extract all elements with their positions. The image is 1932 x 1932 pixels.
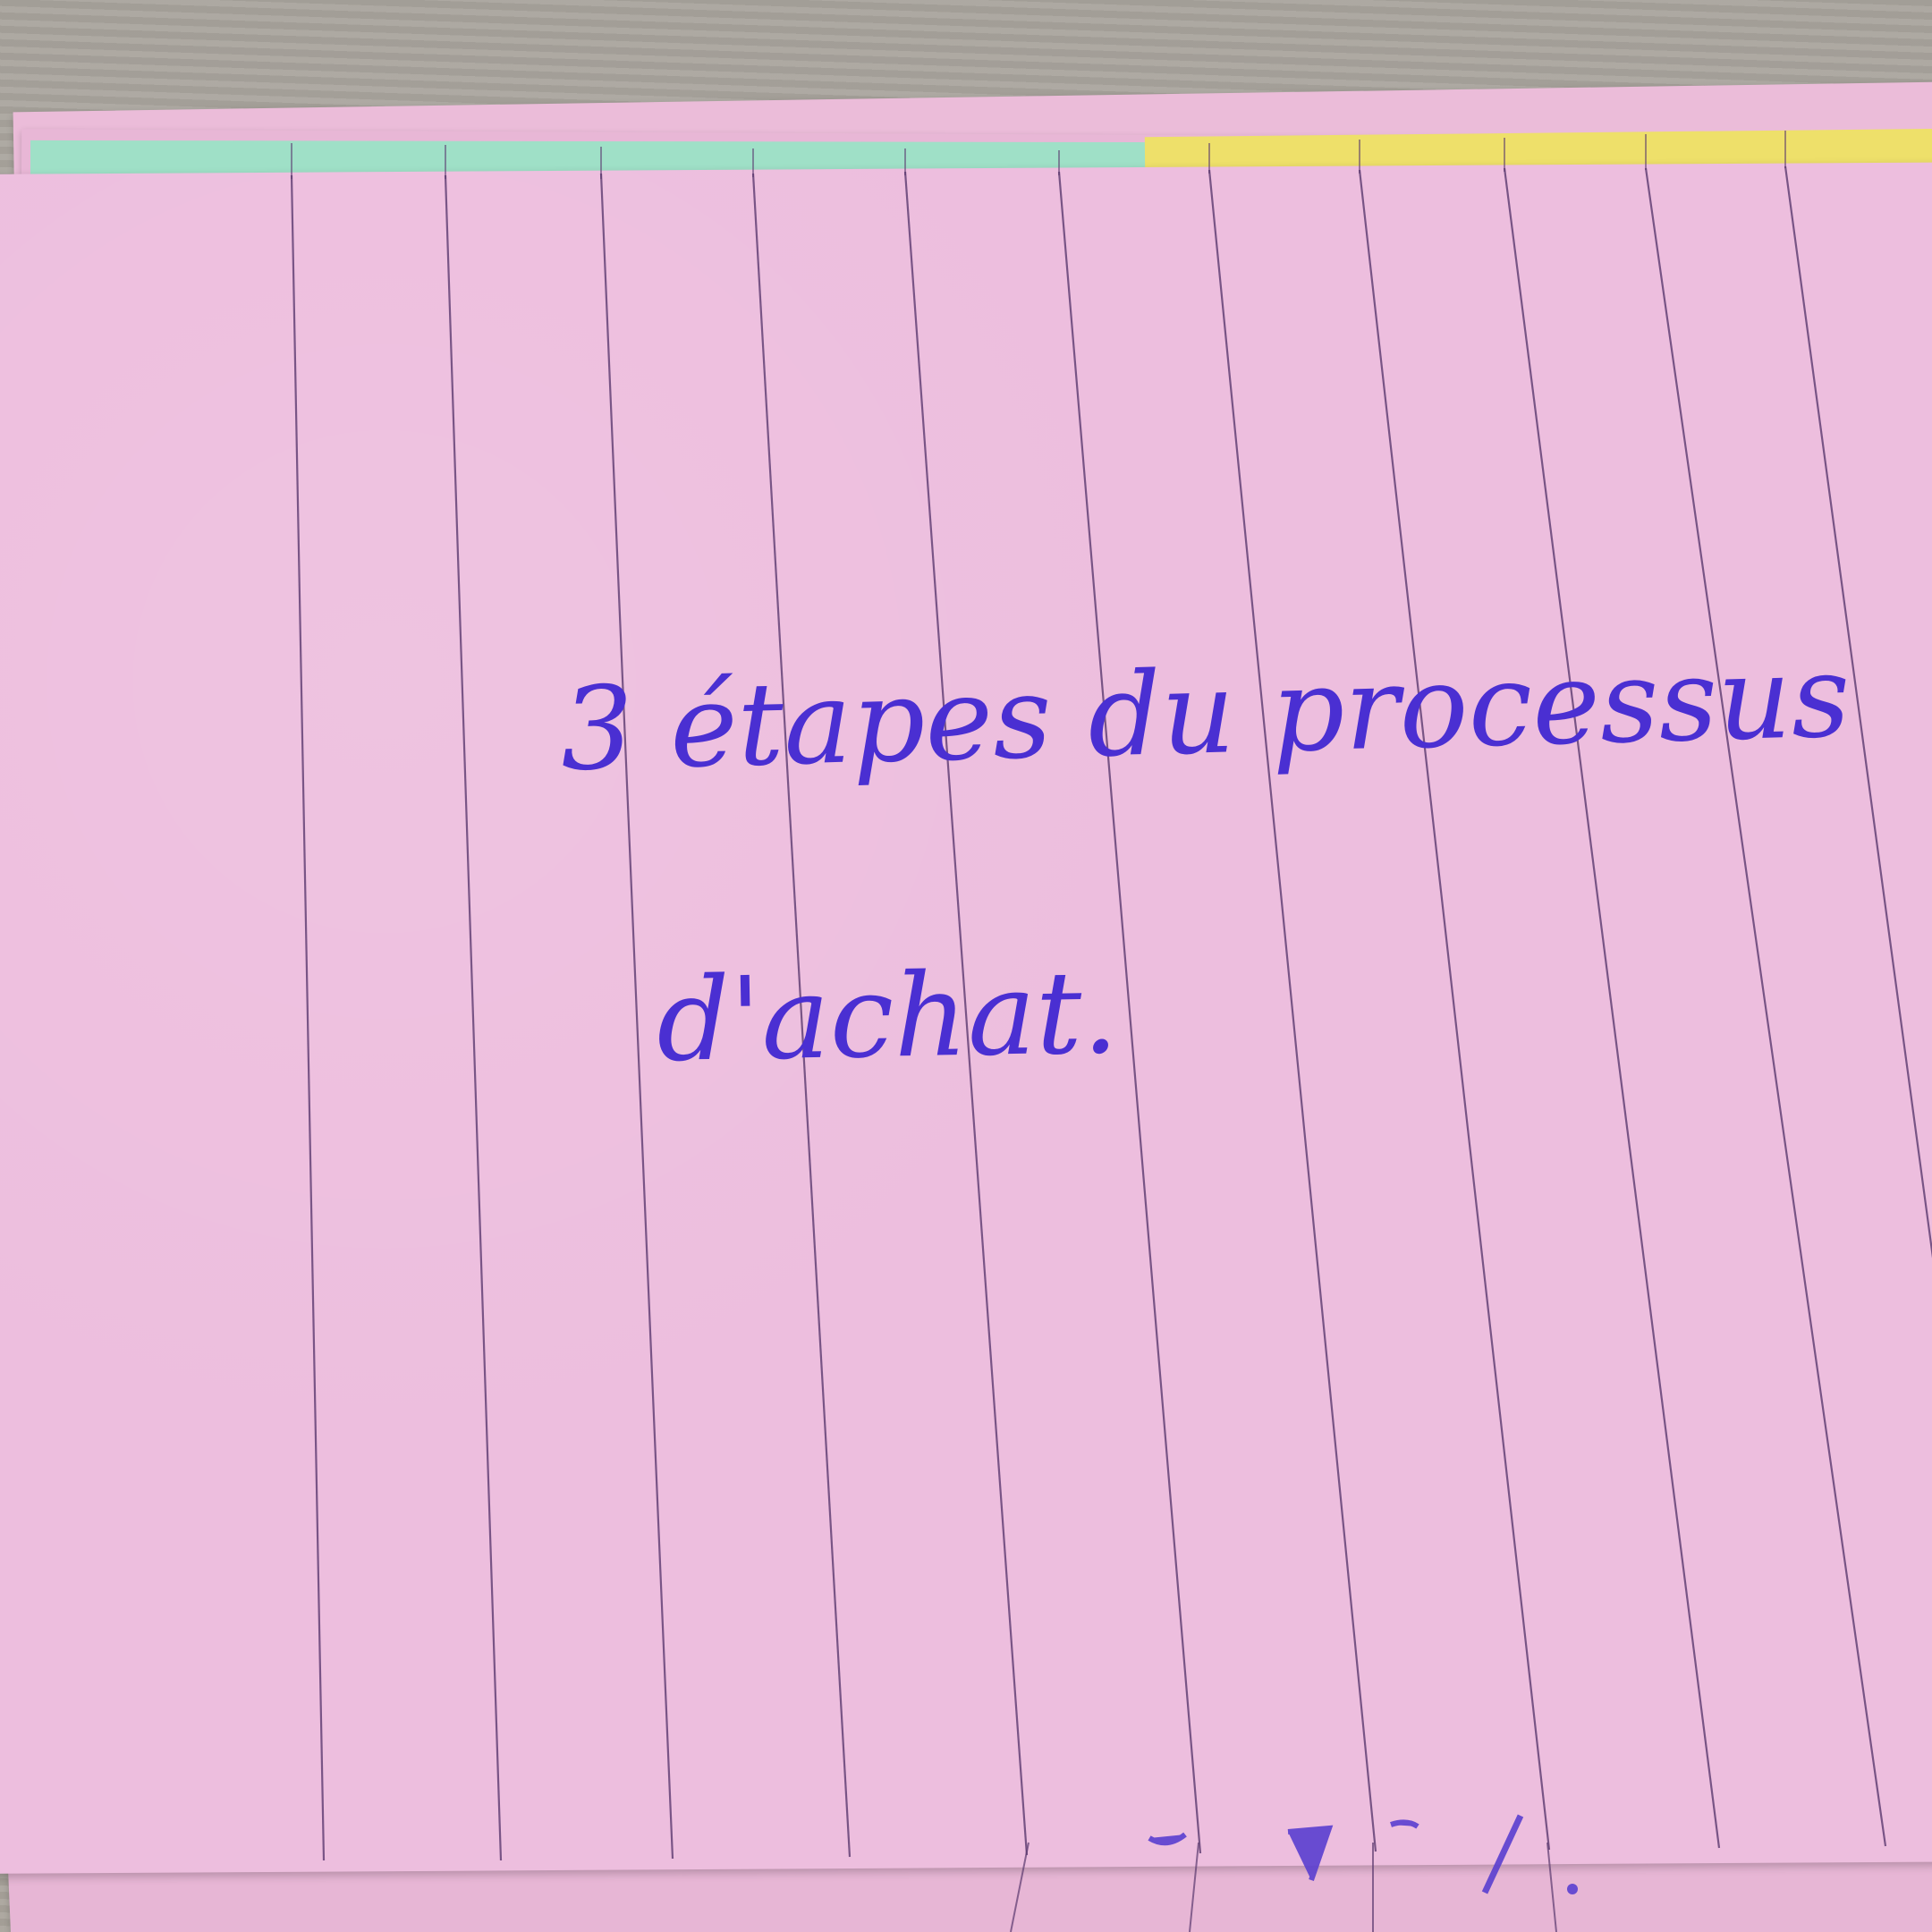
note-line-1: 3 étapes du processus — [559, 630, 1852, 797]
handwritten-note: 3 étapes du processus d'achat. — [559, 630, 1852, 1894]
bleed-through-ink — [1148, 1814, 1578, 1894]
note-line-2: d'achat. — [656, 946, 1120, 1088]
photo-scene: 3 étapes du processus d'achat. — [0, 0, 1932, 1932]
